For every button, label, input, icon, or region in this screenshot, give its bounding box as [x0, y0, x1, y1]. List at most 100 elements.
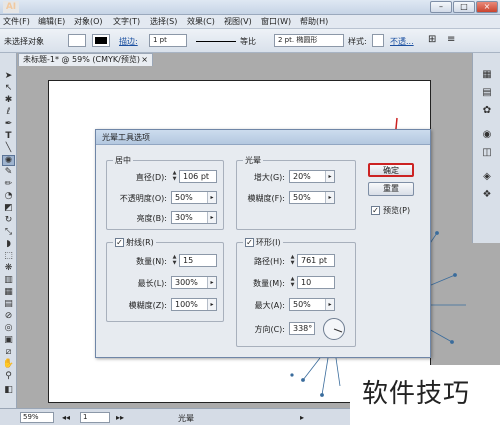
center-group: 居中 直径(D): ▲ ▼ 106 pt 不透明度(O): 50% ▸ 亮度(B):…	[106, 155, 224, 230]
growth-field[interactable]: 20% ▸	[289, 170, 335, 183]
flare-tool-icon[interactable]: ✺	[2, 155, 15, 166]
stroke-swatch[interactable]	[92, 34, 110, 47]
layers-icon[interactable]: ❖	[479, 189, 495, 201]
paintbrush-icon[interactable]: ✎	[2, 167, 15, 178]
direction-field[interactable]: 338°	[289, 322, 315, 335]
pen-tool-icon[interactable]: ✒	[2, 119, 15, 130]
maximize-button[interactable]: □	[453, 1, 475, 13]
slice-icon[interactable]: ⧄	[2, 347, 15, 358]
halo-fuzziness-field[interactable]: 50% ▸	[289, 191, 335, 204]
menu-effect[interactable]: 效果(C)	[187, 16, 215, 27]
status-menu-arrow-icon[interactable]: ▸	[300, 413, 304, 422]
menu-object[interactable]: 对象(O)	[74, 16, 103, 27]
warp-icon[interactable]: ◗	[2, 239, 15, 250]
graphic-styles-icon[interactable]: ◫	[479, 147, 495, 159]
mesh-icon[interactable]: ▦	[2, 287, 15, 298]
brushes-icon[interactable]: ✿	[479, 105, 495, 117]
rays-number-field[interactable]: 15	[179, 254, 217, 267]
rings-number-field[interactable]: 10	[297, 276, 335, 289]
symbol-sprayer-icon[interactable]: ❋	[2, 263, 15, 274]
watermark: 软件技巧	[350, 365, 500, 425]
fill-stroke-icon[interactable]: ◧	[2, 385, 15, 396]
symbols-icon[interactable]: ◉	[479, 129, 495, 141]
color-panel-icon[interactable]: ▦	[479, 69, 495, 81]
document-tab[interactable]: 未标题-1* @ 59% (CMYK/预览) ×	[18, 53, 153, 66]
diameter-field[interactable]: 106 pt	[179, 170, 217, 183]
longest-dropdown-icon[interactable]: ▸	[207, 277, 216, 288]
stroke-weight-field[interactable]: 1 pt	[149, 34, 187, 47]
pencil-icon[interactable]: ✏	[2, 179, 15, 190]
path-field[interactable]: 761 pt	[297, 254, 335, 267]
largest-dropdown-icon[interactable]: ▸	[325, 299, 334, 310]
first-page-icon[interactable]: ◂◂	[62, 413, 70, 422]
menu-type[interactable]: 文字(T)	[113, 16, 140, 27]
halo-fuzziness-dropdown-icon[interactable]: ▸	[325, 192, 334, 203]
growth-dropdown-icon[interactable]: ▸	[325, 171, 334, 182]
menu-select[interactable]: 选择(S)	[150, 16, 177, 27]
preview-option[interactable]: ✓ 预览(P)	[371, 205, 410, 216]
lasso-icon[interactable]: ℓ	[2, 107, 15, 118]
close-document-icon[interactable]: ×	[141, 54, 148, 66]
rays-number-stepper-icon[interactable]: ▲ ▼	[171, 254, 178, 267]
appearance-icon[interactable]: ◈	[479, 171, 495, 183]
direction-dial[interactable]	[323, 318, 345, 340]
rays-fuzziness-dropdown-icon[interactable]: ▸	[207, 299, 216, 310]
path-stepper-icon[interactable]: ▲ ▼	[289, 254, 296, 267]
diameter-stepper-icon[interactable]: ▲ ▼	[171, 170, 178, 183]
arrange-icon[interactable]: ≡	[447, 34, 455, 45]
fill-swatch[interactable]	[68, 34, 86, 47]
largest-field[interactable]: 50% ▸	[289, 298, 335, 311]
selection-tool-icon[interactable]: ➤	[2, 71, 15, 82]
graph-icon[interactable]: ▥	[2, 275, 15, 286]
ok-button[interactable]: 确定	[368, 163, 414, 177]
line-tool-icon[interactable]: ╲	[2, 143, 15, 154]
close-window-button[interactable]: ×	[476, 1, 498, 13]
style-label: 样式:	[348, 37, 367, 46]
opacity-field[interactable]: 50% ▸	[171, 191, 217, 204]
menu-view[interactable]: 视图(V)	[224, 16, 252, 27]
longest-field[interactable]: 300% ▸	[171, 276, 217, 289]
document-setup-icon[interactable]: ⊞	[428, 34, 436, 45]
style-swatch[interactable]	[372, 34, 384, 47]
free-transform-icon[interactable]: ⬚	[2, 251, 15, 262]
current-tool-label: 光晕	[178, 414, 194, 423]
magic-wand-icon[interactable]: ✱	[2, 95, 15, 106]
swatches-icon[interactable]: ▤	[479, 87, 495, 99]
menu-file[interactable]: 文件(F)	[3, 16, 30, 27]
brightness-dropdown-icon[interactable]: ▸	[207, 212, 216, 223]
opacity-link[interactable]: 不透...	[390, 36, 414, 47]
rays-fuzziness-field[interactable]: 100% ▸	[171, 298, 217, 311]
type-tool-icon[interactable]: T	[2, 131, 15, 142]
menu-window[interactable]: 窗口(W)	[261, 16, 291, 27]
brightness-field[interactable]: 30% ▸	[171, 211, 217, 224]
page-field[interactable]: 1	[80, 412, 110, 423]
zoom-icon[interactable]: ⚲	[2, 371, 15, 382]
menu-help[interactable]: 帮助(H)	[300, 16, 328, 27]
direct-selection-tool-icon[interactable]: ↖	[2, 83, 15, 94]
brush-definition-field[interactable]: 2 pt. 椭圆形	[274, 34, 344, 47]
blob-brush-icon[interactable]: ◔	[2, 191, 15, 202]
title-bar: AI – □ ×	[0, 0, 500, 15]
blend-icon[interactable]: ◎	[2, 323, 15, 334]
menu-bar: 文件(F) 编辑(E) 对象(O) 文字(T) 选择(S) 效果(C) 视图(V…	[0, 15, 500, 29]
stroke-label[interactable]: 描边:	[119, 36, 138, 47]
opacity-dropdown-icon[interactable]: ▸	[207, 192, 216, 203]
live-paint-icon[interactable]: ▣	[2, 335, 15, 346]
reset-button[interactable]: 重置	[368, 182, 414, 196]
hand-icon[interactable]: ✋	[2, 359, 15, 370]
gradient-icon[interactable]: ▤	[2, 299, 15, 310]
rings-checkbox[interactable]: ✓	[245, 238, 254, 247]
zoom-field[interactable]: 59%	[20, 412, 54, 423]
preview-checkbox[interactable]: ✓	[371, 206, 380, 215]
rays-checkbox[interactable]: ✓	[115, 238, 124, 247]
eyedropper-icon[interactable]: ⊘	[2, 311, 15, 322]
rays-fuzziness-label: 模糊度(Z):	[128, 301, 167, 310]
next-page-icon[interactable]: ▸▸	[116, 413, 124, 422]
rings-number-stepper-icon[interactable]: ▲ ▼	[289, 276, 296, 289]
scale-icon[interactable]: ⤡	[2, 227, 15, 238]
eraser-icon[interactable]: ◩	[2, 203, 15, 214]
menu-edit[interactable]: 编辑(E)	[38, 16, 65, 27]
halo-group: 光晕 增大(G): 20% ▸ 模糊度(F): 50% ▸	[236, 155, 356, 230]
rotate-icon[interactable]: ↻	[2, 215, 15, 226]
minimize-button[interactable]: –	[430, 1, 452, 13]
